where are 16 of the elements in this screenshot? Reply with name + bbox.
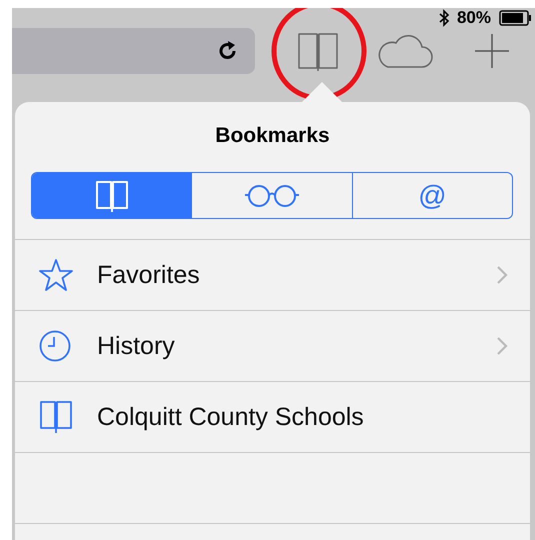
bookmark-row[interactable]: Favorites [15,240,530,311]
star-icon [39,259,73,291]
address-field[interactable] [12,28,255,74]
clock-icon [39,330,71,362]
segment-tab[interactable] [32,173,192,218]
bookmark-row[interactable]: History [15,311,530,382]
glasses-icon [244,184,300,208]
book-icon[interactable] [296,31,340,71]
battery-icon [499,10,531,26]
cloud-icon[interactable] [376,33,434,69]
book-icon [94,180,129,212]
book-icon [39,400,73,434]
battery-percentage: 80% [456,8,491,28]
bookmark-row[interactable]: Colquitt County Schools [15,382,530,453]
popover-title: Bookmarks [214,123,331,149]
plus-icon[interactable] [474,33,510,69]
